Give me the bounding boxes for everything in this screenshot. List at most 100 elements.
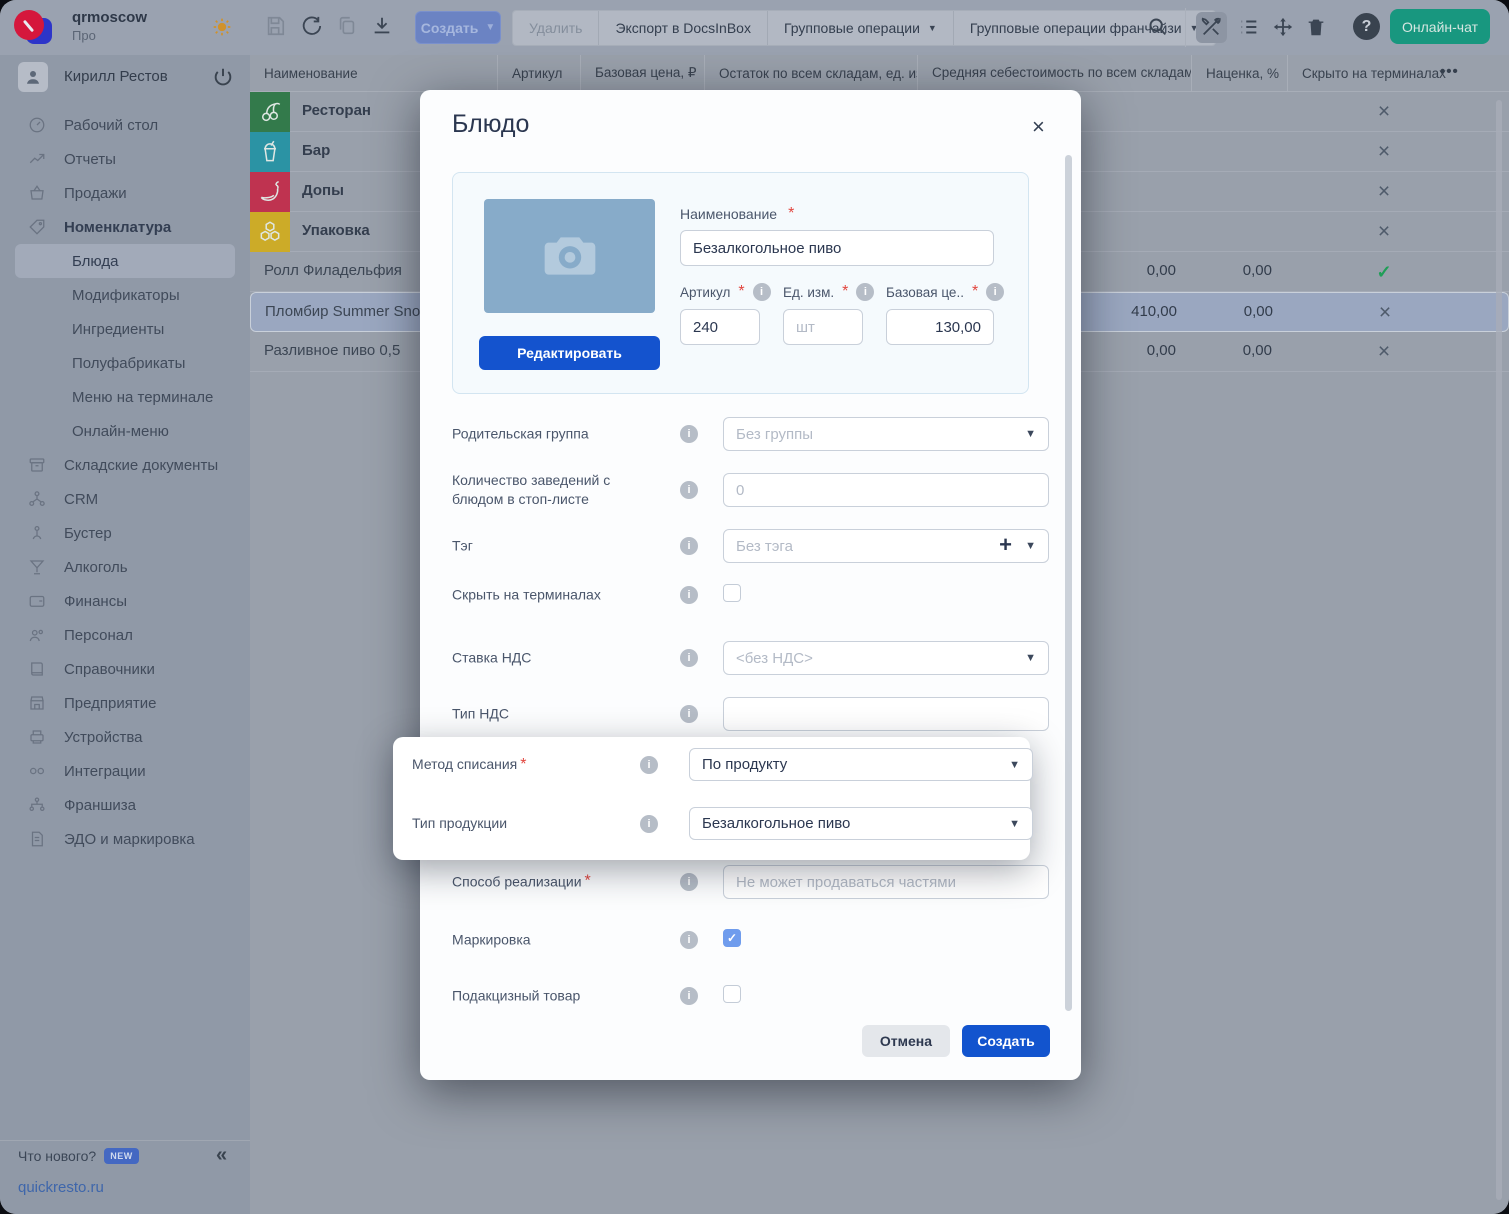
info-icon[interactable]: i — [680, 586, 698, 604]
sidebar-item-dishes[interactable]: Блюда — [15, 244, 235, 278]
column-header-name[interactable]: Наименование — [250, 55, 498, 91]
unit-input[interactable] — [783, 309, 863, 345]
form-row-tag: Тэг i Без тэга + ▼ — [452, 529, 1049, 563]
brand-block: qrmoscow Про — [0, 0, 250, 55]
add-tag-plus-icon[interactable]: + — [999, 532, 1012, 558]
logout-power-icon[interactable] — [212, 66, 234, 88]
form-row-stoplist-count: Количество заведений с блюдом в стоп-лис… — [452, 473, 1049, 507]
sidebar-item-finance[interactable]: Финансы — [0, 584, 250, 618]
parent-group-select[interactable]: Без группы ▼ — [723, 417, 1049, 451]
sidebar-item-crm[interactable]: CRM — [0, 482, 250, 516]
sidebar-item-sales[interactable]: Продажи — [0, 176, 250, 210]
search-icon[interactable] — [1147, 16, 1171, 40]
sidebar-item-devices[interactable]: Устройства — [0, 720, 250, 754]
sku-input[interactable] — [680, 309, 760, 345]
vat-rate-select[interactable]: <без НДС> ▼ — [723, 641, 1049, 675]
tools-icon[interactable] — [1200, 16, 1224, 40]
close-icon[interactable]: × — [1032, 116, 1045, 138]
info-icon[interactable]: i — [680, 649, 698, 667]
info-icon[interactable]: i — [680, 425, 698, 443]
move-icon[interactable] — [1272, 16, 1296, 40]
integrations-icon — [28, 762, 46, 780]
create-button[interactable]: Создать ▼ — [415, 11, 501, 44]
save-icon[interactable] — [264, 15, 288, 39]
group-operations-franchise-button[interactable]: Групповые операции франчайзи▼ — [953, 11, 1215, 45]
refresh-icon[interactable] — [300, 15, 324, 39]
info-icon[interactable]: i — [640, 815, 658, 833]
writeoff-method-select[interactable]: По продукту ▼ — [689, 748, 1033, 781]
sidebar-item-directories[interactable]: Справочники — [0, 652, 250, 686]
hidden-cross-mark: × — [1288, 212, 1480, 252]
info-icon[interactable]: i — [856, 283, 874, 301]
sidebar: Кирилл Рестов Рабочий стол Отчеты Продаж… — [0, 55, 250, 1214]
hide-on-terminals-checkbox[interactable] — [723, 584, 741, 602]
sidebar-item-warehouse-docs[interactable]: Складские документы — [0, 448, 250, 482]
column-header-base-price[interactable]: Базовая цена, ₽ — [581, 55, 705, 91]
online-chat-button[interactable]: Онлайн-чат — [1390, 9, 1490, 44]
quickresto-site-link[interactable]: quickresto.ru — [18, 1179, 104, 1196]
column-header-avg-cost[interactable]: Средняя себестоимость по всем складам, ₽ — [918, 55, 1192, 91]
collapse-sidebar-icon[interactable]: « — [216, 1144, 227, 1167]
sidebar-item-staff[interactable]: Персонал — [0, 618, 250, 652]
info-icon[interactable]: i — [986, 283, 1004, 301]
sidebar-item-terminal-menu[interactable]: Меню на терминале — [0, 380, 250, 414]
top-bar: qrmoscow Про Создать ▼ Удалить Экспорт в… — [0, 0, 1509, 55]
sidebar-item-franchise[interactable]: Франшиза — [0, 788, 250, 822]
info-icon[interactable]: i — [680, 481, 698, 499]
sidebar-item-booster[interactable]: Бустер — [0, 516, 250, 550]
user-row[interactable]: Кирилл Рестов — [0, 55, 250, 100]
info-icon[interactable]: i — [753, 283, 771, 301]
column-header-sku[interactable]: Артикул — [498, 55, 581, 91]
sidebar-item-integrations[interactable]: Интеграции — [0, 754, 250, 788]
sidebar-item-semifinished[interactable]: Полуфабрикаты — [0, 346, 250, 380]
info-icon[interactable]: i — [680, 931, 698, 949]
theme-sun-icon[interactable] — [212, 17, 232, 37]
table-scrollbar[interactable] — [1496, 100, 1502, 1200]
info-icon[interactable]: i — [680, 537, 698, 555]
group-operations-button[interactable]: Групповые операции▼ — [767, 11, 953, 45]
info-icon[interactable]: i — [680, 987, 698, 1005]
list-icon[interactable] — [1238, 16, 1262, 40]
excisable-checkbox[interactable] — [723, 985, 741, 1003]
plan-label: Про — [72, 28, 96, 43]
sidebar-item-dashboard[interactable]: Рабочий стол — [0, 108, 250, 142]
sidebar-item-online-menu[interactable]: Онлайн-меню — [0, 414, 250, 448]
sidebar-item-edo[interactable]: ЭДО и маркировка — [0, 822, 250, 856]
column-header-hidden[interactable]: Скрыто на терминалах — [1288, 55, 1509, 91]
sidebar-item-modifiers[interactable]: Модификаторы — [0, 278, 250, 312]
sidebar-item-nomenclature[interactable]: Номенклатура — [0, 210, 250, 244]
modal-scrollbar[interactable] — [1065, 155, 1072, 1011]
info-icon[interactable]: i — [680, 705, 698, 723]
info-icon[interactable]: i — [640, 756, 658, 774]
help-icon[interactable]: ? — [1353, 13, 1380, 40]
name-input[interactable] — [680, 230, 994, 266]
vat-type-input[interactable] — [723, 697, 1049, 731]
modal-create-button[interactable]: Создать — [962, 1025, 1050, 1057]
download-icon[interactable] — [371, 15, 395, 39]
base-price-input[interactable] — [886, 309, 994, 345]
delete-button[interactable]: Удалить — [513, 11, 598, 45]
export-docsinbox-button[interactable]: Экспорт в DocsInBox — [598, 11, 767, 45]
sidebar-item-reports[interactable]: Отчеты — [0, 142, 250, 176]
new-badge: NEW — [104, 1148, 139, 1164]
more-columns-button[interactable]: ••• — [1440, 63, 1459, 80]
info-icon[interactable]: i — [680, 873, 698, 891]
cancel-button[interactable]: Отмена — [862, 1025, 950, 1057]
spotlight-card: Метод списания* i По продукту ▼ Тип прод… — [393, 737, 1030, 860]
column-header-stock[interactable]: Остаток по всем складам, ед. изм. — [705, 55, 918, 91]
column-header-markup[interactable]: Наценка, % — [1192, 55, 1288, 91]
sale-method-input[interactable] — [723, 865, 1049, 899]
sidebar-item-ingredients[interactable]: Ингредиенты — [0, 312, 250, 346]
whats-new-link[interactable]: Что нового? NEW — [18, 1148, 139, 1164]
trash-icon[interactable] — [1305, 16, 1329, 40]
copy-icon[interactable] — [336, 15, 360, 39]
user-name: Кирилл Рестов — [64, 68, 168, 85]
tag-select[interactable]: Без тэга + ▼ — [723, 529, 1049, 563]
sidebar-item-enterprise[interactable]: Предприятие — [0, 686, 250, 720]
staff-icon — [28, 626, 46, 644]
edit-photo-button[interactable]: Редактировать — [479, 336, 660, 370]
product-type-select[interactable]: Безалкогольное пиво ▼ — [689, 807, 1033, 840]
stoplist-count-input[interactable] — [723, 473, 1049, 507]
marking-checkbox[interactable]: ✓ — [723, 929, 741, 947]
sidebar-item-alcohol[interactable]: Алкоголь — [0, 550, 250, 584]
